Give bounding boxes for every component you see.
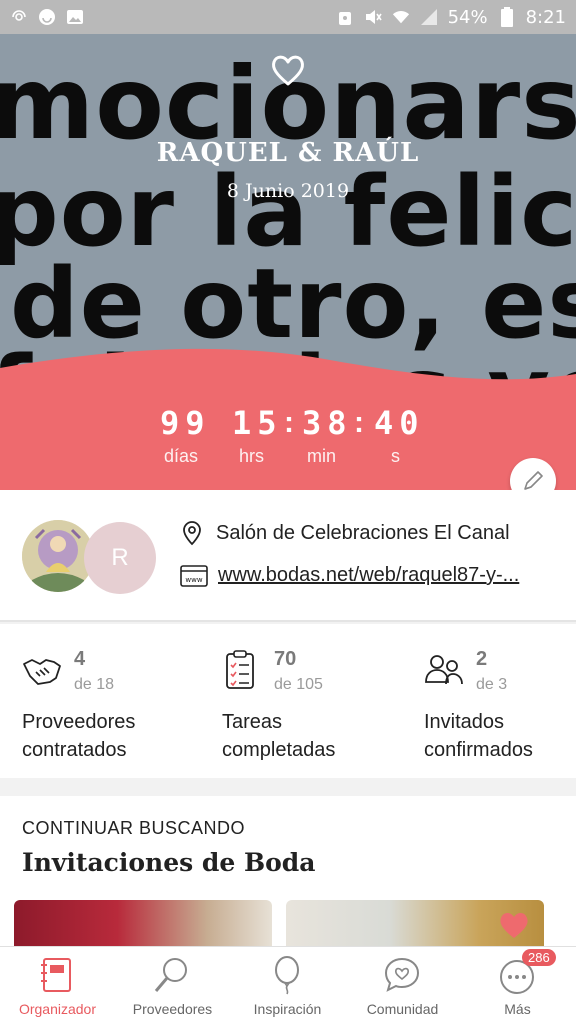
partner-avatar[interactable]: R xyxy=(84,522,156,594)
signal-icon xyxy=(420,8,438,26)
svg-text:www: www xyxy=(185,576,202,584)
section-title[interactable]: Invitaciones de Boda xyxy=(22,848,315,877)
wedding-date: 8 Junio 2019 xyxy=(226,180,350,202)
wifi-icon xyxy=(392,8,410,26)
stat-vendors[interactable]: 4 de 18 Proveedores contratados xyxy=(22,648,202,768)
emoji-app-icon xyxy=(38,8,56,26)
countdown-days: 99 xyxy=(160,404,211,442)
stat-tasks[interactable]: 70 de 105 Tareas completadas xyxy=(222,648,402,768)
invitation-thumbnail[interactable] xyxy=(14,900,272,946)
wedding-hero: mocionars por la felicidad de otro, es s… xyxy=(0,34,576,490)
nav-inspiration[interactable]: Inspiración xyxy=(230,947,345,1024)
countdown-hours-label: hrs xyxy=(239,446,265,466)
stat-guests[interactable]: 2 de 3 Invitados confirmados xyxy=(424,648,576,768)
bottom-navigation: Organizador Proveedores Inspiración Comu… xyxy=(0,946,576,1024)
venue-row[interactable]: Salón de Celebraciones El Canal xyxy=(180,520,510,546)
section-kicker: CONTINUAR BUSCANDO xyxy=(22,818,246,838)
gallery-icon xyxy=(66,8,84,26)
wedding-info-card: R Salón de Celebraciones El Canal www ww… xyxy=(0,490,576,622)
venue-name: Salón de Celebraciones El Canal xyxy=(216,521,510,544)
progress-stats: 4 de 18 Proveedores contratados 70 de 10… xyxy=(0,624,576,778)
balloon-icon xyxy=(275,956,299,995)
hotspot-icon xyxy=(10,8,28,26)
countdown-days-label: días xyxy=(164,446,199,466)
stat-value: 4 xyxy=(74,648,86,670)
stat-total: de 105 xyxy=(274,676,323,693)
countdown-seconds-label: s xyxy=(391,446,400,466)
website-icon: www xyxy=(180,564,208,587)
countdown-hours: 15 xyxy=(232,404,283,442)
status-bar: 54% 8:21 xyxy=(0,0,576,34)
magnifier-icon xyxy=(154,958,187,992)
location-pin-icon xyxy=(183,521,201,546)
nav-community[interactable]: Comunidad xyxy=(345,947,460,1024)
mute-icon xyxy=(364,8,382,26)
countdown-seconds: 40 xyxy=(374,404,425,442)
countdown-separator: : xyxy=(354,406,364,439)
countdown: 99 15 : 38 : 40 días hrs min s xyxy=(0,404,576,484)
battery-percent: 54% xyxy=(447,6,488,28)
favorite-heart-icon[interactable] xyxy=(498,910,530,940)
countdown-minutes-label: min xyxy=(307,446,337,466)
handshake-icon xyxy=(23,659,61,685)
continue-searching-section: CONTINUAR BUSCANDO Invitaciones de Boda xyxy=(0,796,576,946)
stat-total: de 3 xyxy=(476,676,508,693)
invitation-thumbnail[interactable] xyxy=(286,900,544,946)
notification-badge: 286 xyxy=(522,949,556,966)
planner-icon xyxy=(41,958,71,992)
chat-heart-icon xyxy=(384,957,420,992)
nav-organizer[interactable]: Organizador xyxy=(0,947,115,1024)
stat-value: 2 xyxy=(476,648,488,670)
stat-total: de 18 xyxy=(74,676,115,693)
guests-icon xyxy=(425,655,463,685)
nav-vendors[interactable]: Proveedores xyxy=(115,947,230,1024)
countdown-minutes: 38 xyxy=(302,404,353,442)
countdown-separator: : xyxy=(284,406,294,439)
stat-value: 70 xyxy=(274,648,297,670)
website-link[interactable]: www.bodas.net/web/raquel87-y-... xyxy=(218,564,558,587)
heart-icon xyxy=(272,55,304,86)
couple-names: RAQUEL & RAÚL xyxy=(156,138,420,168)
checklist-icon xyxy=(226,650,254,689)
stat-label: Invitados confirmados xyxy=(424,711,533,761)
stat-label: Proveedores contratados xyxy=(22,711,136,761)
stat-label: Tareas completadas xyxy=(222,711,336,761)
alarm-icon xyxy=(336,8,354,26)
nav-more[interactable]: 286 Más xyxy=(460,947,575,1024)
website-row[interactable]: www www.bodas.net/web/raquel87-y-... xyxy=(180,564,558,587)
battery-icon xyxy=(498,7,516,27)
clock: 8:21 xyxy=(525,6,566,28)
pencil-icon xyxy=(524,471,543,490)
